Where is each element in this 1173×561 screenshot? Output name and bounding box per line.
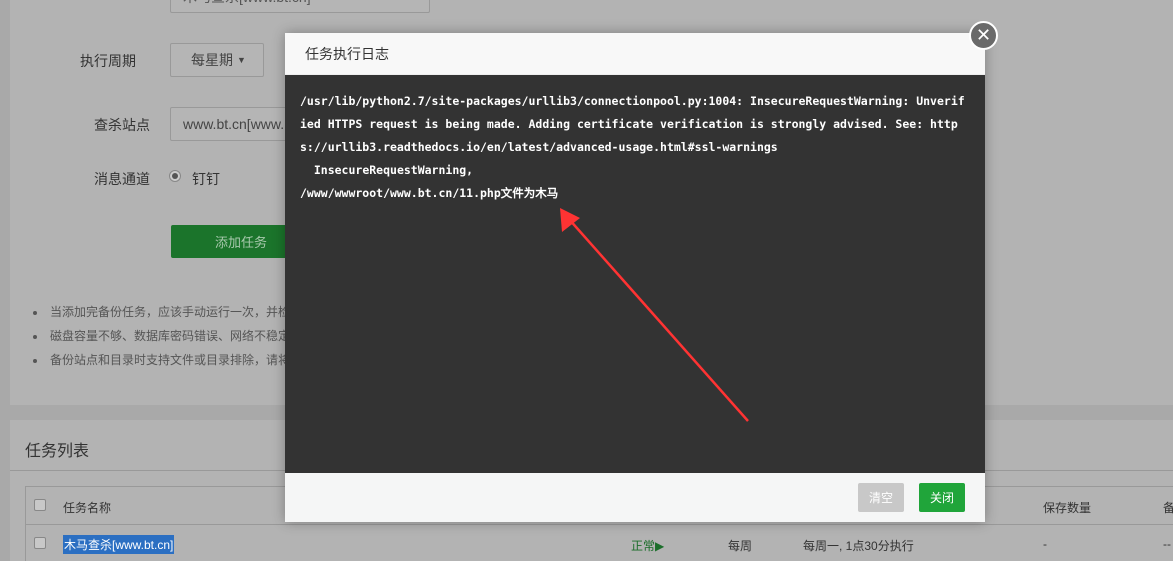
annotation-arrow bbox=[560, 208, 749, 422]
arrow-shaft bbox=[567, 217, 749, 422]
